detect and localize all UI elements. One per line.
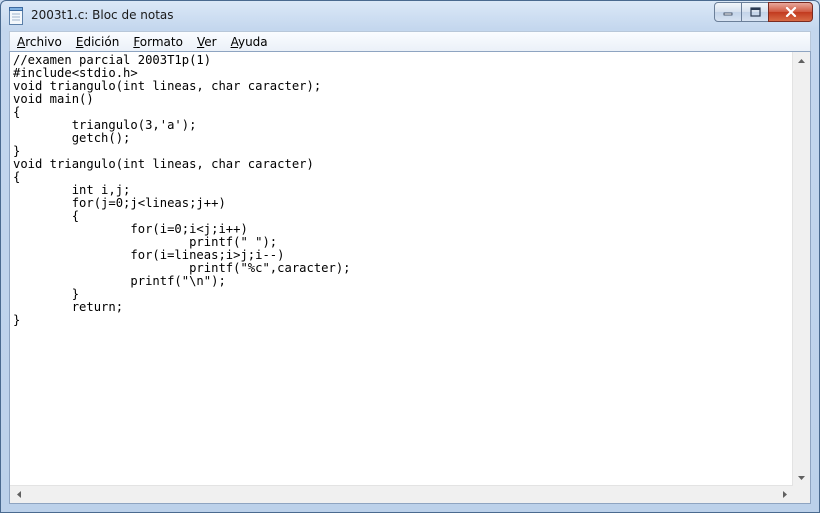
minimize-button[interactable] (714, 2, 742, 22)
text-line: } (13, 287, 80, 301)
editor-area[interactable]: //examen parcial 2003T1p(1) #include<stdi… (9, 51, 811, 504)
scroll-right-button[interactable] (776, 486, 793, 503)
menu-ayuda[interactable]: Ayuda (224, 35, 275, 49)
scroll-up-button[interactable] (793, 52, 810, 69)
text-line: for(j=0;j<lineas;j++) (13, 196, 226, 210)
vertical-scrollbar[interactable] (792, 52, 810, 486)
menu-ver[interactable]: Ver (190, 35, 224, 49)
scrollbar-corner (793, 486, 810, 503)
notepad-window: 2003t1.c: Bloc de notas Archivo Edición … (0, 0, 820, 513)
arrow-right-icon (782, 491, 787, 498)
menu-formato[interactable]: Formato (126, 35, 190, 49)
notepad-icon (9, 7, 23, 25)
maximize-button[interactable] (741, 2, 769, 22)
arrow-down-icon (798, 475, 805, 480)
scroll-down-button[interactable] (793, 469, 810, 486)
menu-edicion[interactable]: Edición (69, 35, 126, 49)
text-line: } (13, 313, 21, 327)
title-bar[interactable]: 2003t1.c: Bloc de notas (1, 1, 819, 31)
text-line: void triangulo(int lineas, char caracter… (13, 79, 322, 93)
close-button[interactable] (768, 2, 813, 22)
arrow-left-icon (16, 491, 21, 498)
maximize-icon (749, 7, 761, 17)
window-title: 2003t1.c: Bloc de notas (31, 8, 174, 22)
close-icon (785, 7, 796, 17)
scroll-left-button[interactable] (10, 486, 27, 503)
text-line: printf("\n"); (13, 274, 226, 288)
text-line: void main() (13, 92, 94, 106)
text-line: return; (13, 300, 124, 314)
text-line: getch(); (13, 131, 131, 145)
minimize-icon (723, 12, 733, 16)
menu-bar: Archivo Edición Formato Ver Ayuda (9, 31, 811, 52)
arrow-up-icon (798, 58, 805, 63)
text-line: void triangulo(int lineas, char caracter… (13, 157, 314, 171)
menu-archivo[interactable]: Archivo (10, 35, 69, 49)
document-text[interactable]: //examen parcial 2003T1p(1) #include<stdi… (13, 54, 790, 485)
horizontal-scrollbar[interactable] (10, 485, 793, 503)
